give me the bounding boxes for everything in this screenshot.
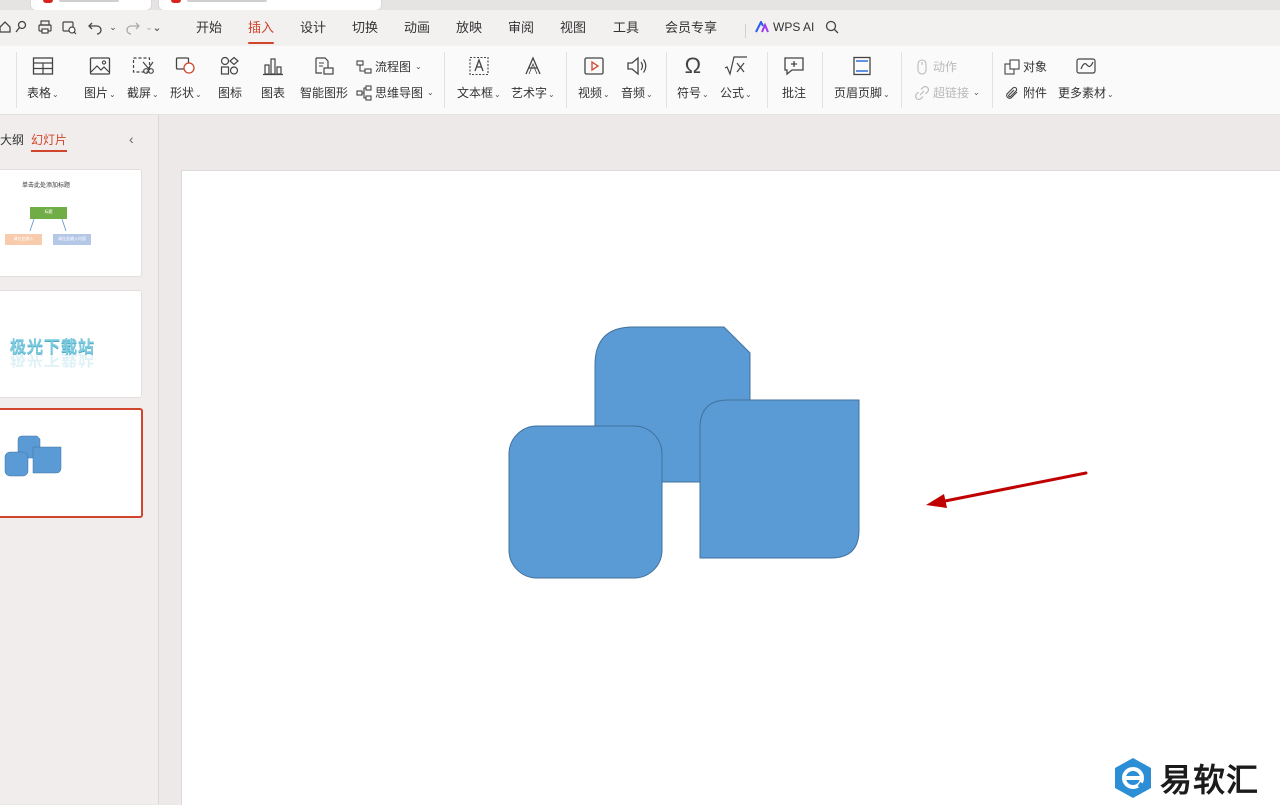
shape-rounded-rectangle[interactable] bbox=[508, 425, 663, 579]
slide-shapes-layer bbox=[508, 326, 1088, 579]
watermark: 易软汇 bbox=[1112, 755, 1259, 801]
watermark-logo-icon bbox=[1115, 758, 1151, 798]
red-arrow-annotation bbox=[926, 471, 1088, 508]
shape-round-diagonal-rectangle[interactable] bbox=[699, 399, 860, 559]
watermark-text: 易软汇 bbox=[1160, 761, 1260, 799]
